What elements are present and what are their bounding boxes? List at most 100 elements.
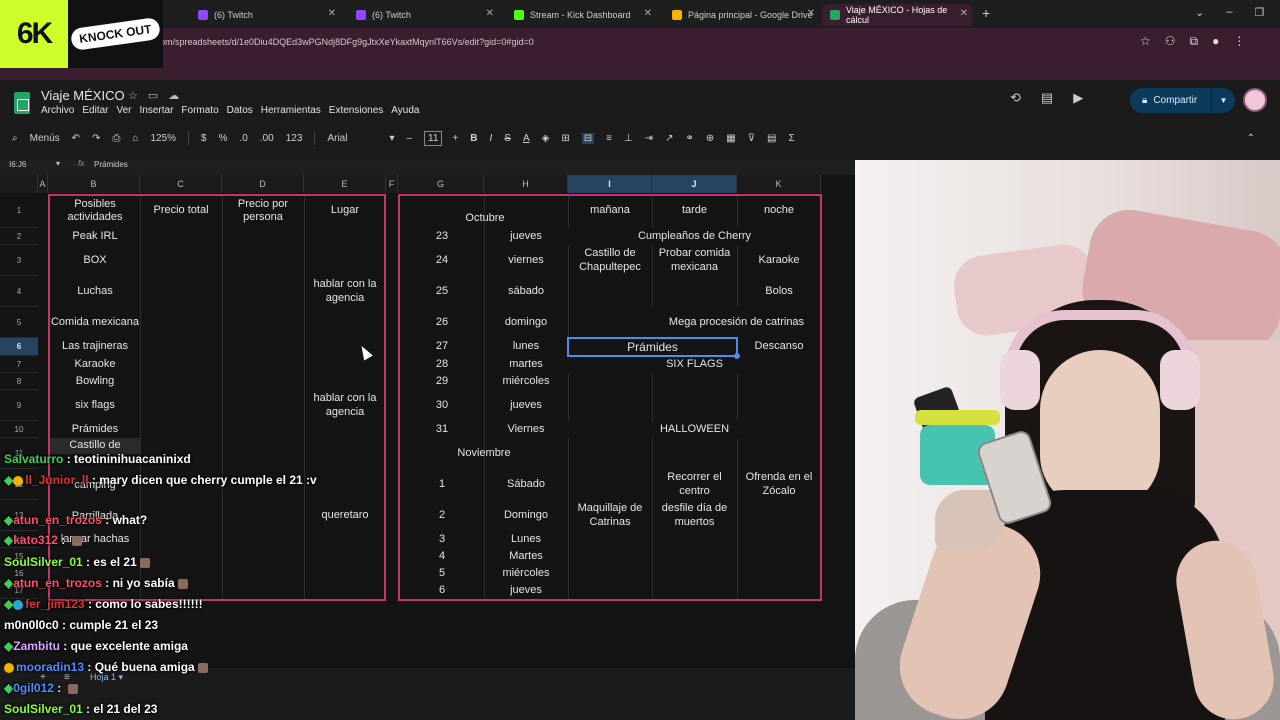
bold-button[interactable]: B (470, 133, 477, 144)
fill-color-icon[interactable]: ◈ (542, 133, 550, 144)
day-number[interactable]: 6 (400, 582, 484, 599)
column-header-i[interactable]: I (568, 175, 652, 193)
day-name[interactable]: lunes (484, 338, 568, 356)
undo-icon[interactable]: ↶ (72, 133, 80, 144)
percent-button[interactable]: % (219, 133, 228, 144)
document-title[interactable]: Viaje MÉXICO (41, 88, 125, 103)
activity-cell[interactable]: Luchas (50, 276, 140, 307)
day-number[interactable]: 5 (400, 565, 484, 582)
menu-extensiones[interactable]: Extensiones (329, 105, 383, 116)
row-header-7[interactable]: 7 (0, 356, 38, 373)
menus-search[interactable]: Menús (30, 133, 60, 144)
column-header-e[interactable]: E (304, 175, 386, 193)
header-precio-persona[interactable]: Precio por persona (222, 194, 304, 228)
profile-icon[interactable]: ● (1212, 34, 1219, 49)
day-name[interactable]: Domingo (484, 500, 568, 531)
merge-cells-icon[interactable]: ⊟ (581, 132, 595, 144)
browser-tab-kick[interactable]: Stream - Kick Dashboard ✕ (506, 4, 656, 26)
row-header-4[interactable]: 4 (0, 276, 38, 307)
day-number[interactable]: 29 (400, 373, 484, 390)
insert-chart-icon[interactable]: ▦ (726, 133, 735, 144)
chevron-up-icon[interactable]: ⌃ (1247, 133, 1255, 144)
redo-icon[interactable]: ↷ (92, 133, 100, 144)
cloud-icon[interactable]: ☁ (168, 89, 179, 102)
font-size-decrease[interactable]: – (406, 133, 412, 144)
functions-button[interactable]: Σ (788, 133, 794, 144)
maximize-icon[interactable]: ❐ (1254, 6, 1264, 19)
menu-ayuda[interactable]: Ayuda (391, 105, 419, 116)
menu-archivo[interactable]: Archivo (41, 105, 74, 116)
day-name[interactable]: miércoles (484, 373, 568, 390)
chevron-down-icon[interactable]: ▼ (1211, 88, 1235, 113)
activity-cell[interactable]: Bowling (50, 373, 140, 390)
decrease-decimal-button[interactable]: .0 (240, 133, 248, 144)
puzzle-icon[interactable]: ⧉ (1190, 34, 1199, 49)
event-karaoke[interactable]: Karaoke (737, 245, 821, 276)
minimize-icon[interactable]: – (1226, 6, 1232, 19)
close-icon[interactable]: ✕ (807, 8, 815, 19)
font-select[interactable]: Arial (327, 133, 377, 144)
borders-icon[interactable]: ⊞ (561, 133, 569, 144)
activity-cell[interactable]: Peak IRL (50, 228, 140, 245)
day-name[interactable]: Martes (484, 548, 568, 565)
column-header-h[interactable]: H (484, 175, 568, 193)
event-cumple[interactable]: Cumpleaños de Cherry (568, 228, 821, 245)
filter-icon[interactable]: ⊽ (748, 133, 755, 144)
day-name[interactable]: jueves (484, 390, 568, 421)
day-name[interactable]: martes (484, 356, 568, 373)
lugar-cell[interactable]: hablar con la agencia (304, 276, 386, 307)
chevron-down-icon[interactable]: ⌄ (1195, 6, 1204, 19)
day-number[interactable]: 1 (400, 469, 484, 500)
menu-datos[interactable]: Datos (227, 105, 253, 116)
insert-comment-icon[interactable]: ⊕ (706, 133, 714, 144)
filter-views-icon[interactable]: ▤ (767, 133, 776, 144)
url-field[interactable]: om/spreadsheets/d/1e0Diu4DQEd3wPGNdj8DFg… (160, 37, 534, 47)
new-tab-button[interactable]: + (982, 5, 990, 21)
header-noche[interactable]: noche (737, 194, 821, 228)
align-left-icon[interactable]: ≡ (606, 133, 612, 144)
comment-icon[interactable]: ▤ (1041, 90, 1053, 106)
activity-cell[interactable]: BOX (50, 245, 140, 276)
more-icon[interactable]: ⋮ (1233, 34, 1245, 49)
row-header-6[interactable]: 6 (0, 338, 38, 356)
event-catrinas[interactable]: Mega procesión de catrinas (652, 307, 821, 338)
print-icon[interactable]: ⎙ (112, 133, 120, 144)
menu-ver[interactable]: Ver (116, 105, 131, 116)
row-header-8[interactable]: 8 (0, 373, 38, 390)
menu-formato[interactable]: Formato (181, 105, 218, 116)
row-header-3[interactable]: 3 (0, 245, 38, 276)
day-number[interactable]: 24 (400, 245, 484, 276)
star-icon[interactable]: ☆ (128, 89, 138, 102)
column-header-f[interactable]: F (386, 175, 398, 193)
fill-handle[interactable] (734, 353, 740, 359)
day-name[interactable]: domingo (484, 307, 568, 338)
close-icon[interactable]: ✕ (328, 8, 336, 19)
search-icon[interactable]: ⌕ (12, 133, 18, 144)
day-number[interactable]: 2 (400, 500, 484, 531)
vertical-align-icon[interactable]: ⊥ (624, 133, 633, 144)
header-lugar[interactable]: Lugar (304, 194, 386, 228)
day-name[interactable]: Viernes (484, 421, 568, 438)
chevron-down-icon[interactable]: ▾ (56, 159, 60, 168)
column-header-b[interactable]: B (48, 175, 140, 193)
event-desfile[interactable]: desfile día de muertos (652, 500, 737, 531)
font-size-increase[interactable]: + (452, 133, 458, 144)
menu-herramientas[interactable]: Herramientas (261, 105, 321, 116)
event-bolos[interactable]: Bolos (737, 276, 821, 307)
month-noviembre[interactable]: Noviembre (400, 438, 568, 469)
browser-tab-drive[interactable]: Página principal - Google Drive ✕ (664, 4, 819, 26)
column-header-d[interactable]: D (222, 175, 304, 193)
day-name[interactable]: Sábado (484, 469, 568, 500)
row-header-5[interactable]: 5 (0, 307, 38, 338)
day-number[interactable]: 27 (400, 338, 484, 356)
row-header-1[interactable]: 1 (0, 194, 38, 228)
day-name[interactable]: jueves (484, 582, 568, 599)
activity-cell[interactable]: Comida mexicana (50, 307, 140, 338)
column-header-j[interactable]: J (652, 175, 737, 193)
close-icon[interactable]: ✕ (486, 8, 494, 19)
event-sixflags[interactable]: SIX FLAGS (568, 356, 821, 373)
day-number[interactable]: 31 (400, 421, 484, 438)
formula-input[interactable]: Prámides (94, 160, 128, 169)
activity-cell[interactable]: six flags (50, 390, 140, 421)
row-header-10[interactable]: 10 (0, 421, 38, 438)
